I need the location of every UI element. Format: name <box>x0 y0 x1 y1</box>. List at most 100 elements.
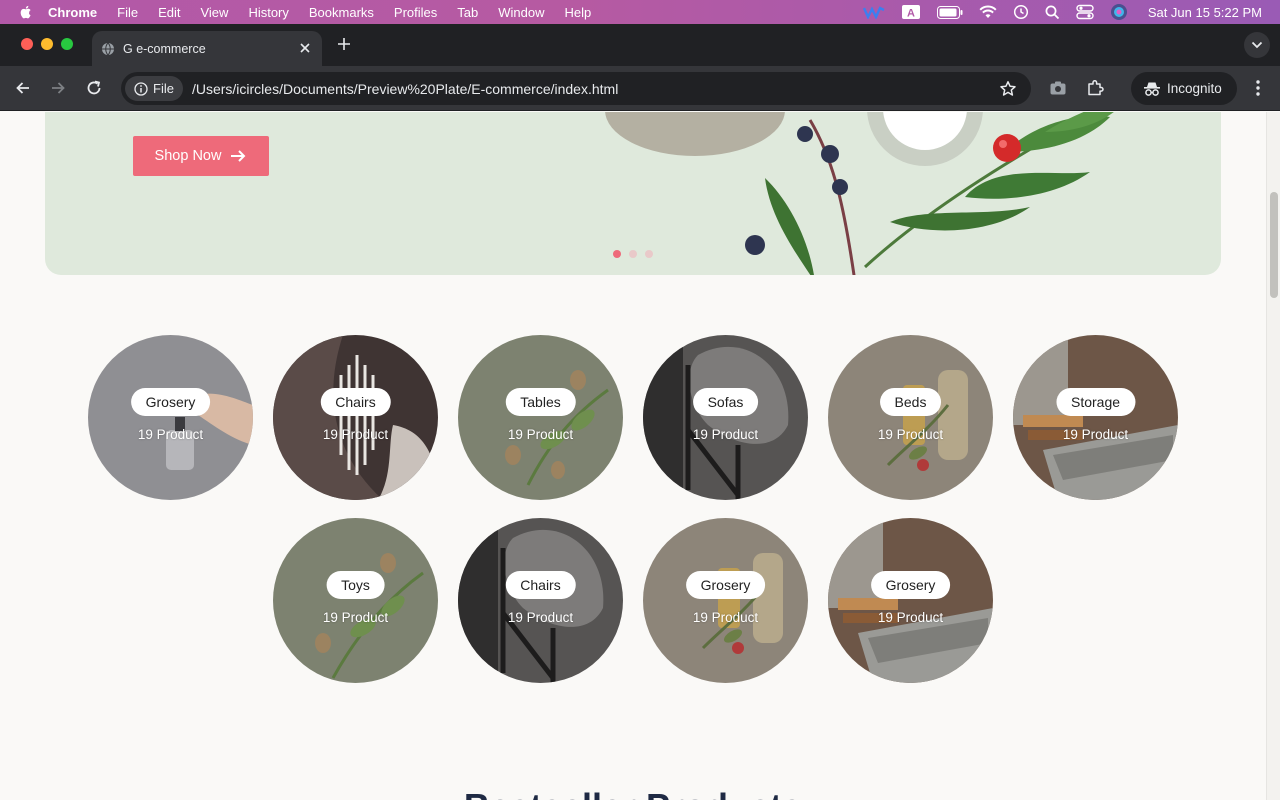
category-image <box>643 335 808 500</box>
address-bar[interactable]: File /Users/icircles/Documents/Preview%2… <box>121 72 1031 105</box>
menu-bookmarks[interactable]: Bookmarks <box>309 5 374 20</box>
carousel-dots <box>613 250 653 258</box>
category-card-chairs-2[interactable]: Chairs 19 Product <box>458 518 623 683</box>
macos-menu-bar: Chrome File Edit View History Bookmarks … <box>0 0 1280 24</box>
category-count: 19 Product <box>507 427 574 442</box>
window-maximize-button[interactable] <box>61 38 73 50</box>
category-card-beds[interactable]: Beds 19 Product <box>828 335 993 500</box>
category-count: 19 Product <box>1062 427 1129 442</box>
category-card-grosery[interactable]: Grosery 19 Product <box>88 335 253 500</box>
url-scheme-label: File <box>153 81 174 96</box>
category-card-grosery-3[interactable]: Grosery 19 Product <box>828 518 993 683</box>
forward-arrow-icon[interactable] <box>49 79 67 97</box>
category-image <box>828 518 993 683</box>
carousel-dot-1[interactable] <box>613 250 621 258</box>
menu-app-name[interactable]: Chrome <box>48 5 97 20</box>
arrow-right-icon <box>231 150 246 162</box>
new-tab-icon[interactable] <box>336 36 352 52</box>
menu-edit[interactable]: Edit <box>158 5 180 20</box>
close-tab-icon[interactable] <box>298 41 312 55</box>
browser-tab-active[interactable]: G e-commerce <box>92 31 322 66</box>
tab-search-button[interactable] <box>1244 32 1270 58</box>
status-icons: A Sat Jun 15 5:22 PM <box>862 0 1262 24</box>
keyboard-input-icon[interactable]: A <box>901 4 921 20</box>
camera-icon[interactable] <box>1049 79 1067 97</box>
category-count: 19 Product <box>507 610 574 625</box>
category-card-tables[interactable]: Tables 19 Product <box>458 335 623 500</box>
window-close-button[interactable] <box>21 38 33 50</box>
menu-tab[interactable]: Tab <box>457 5 478 20</box>
menu-view[interactable]: View <box>200 5 228 20</box>
category-count: 19 Product <box>877 427 944 442</box>
reload-icon[interactable] <box>85 79 103 97</box>
wave-app-icon[interactable] <box>862 5 885 19</box>
tab-title: G e-commerce <box>123 41 206 56</box>
category-card-storage[interactable]: Storage 19 Product <box>1013 335 1178 500</box>
category-count: 19 Product <box>322 610 389 625</box>
url-text[interactable]: /Users/icircles/Documents/Preview%20Plat… <box>192 81 618 97</box>
category-image <box>643 518 808 683</box>
chevron-down-icon <box>1251 41 1263 49</box>
category-name: Toys <box>326 571 385 599</box>
category-card-sofas[interactable]: Sofas 19 Product <box>643 335 808 500</box>
menu-history[interactable]: History <box>248 5 288 20</box>
apple-logo-icon[interactable] <box>18 4 34 20</box>
category-name: Sofas <box>692 388 759 416</box>
browser-tab-strip: G e-commerce <box>0 24 1280 66</box>
category-image <box>273 335 438 500</box>
menu-profiles[interactable]: Profiles <box>394 5 437 20</box>
carousel-dot-2[interactable] <box>629 250 637 258</box>
menu-window[interactable]: Window <box>498 5 544 20</box>
category-name: Chairs <box>320 388 391 416</box>
category-count: 19 Product <box>877 610 944 625</box>
extensions-puzzle-icon[interactable] <box>1086 79 1104 97</box>
globe-icon <box>102 42 114 55</box>
category-image <box>1013 335 1178 500</box>
browser-toolbar: File /Users/icircles/Documents/Preview%2… <box>0 66 1280 111</box>
control-center-icon[interactable] <box>1076 4 1094 20</box>
menu-bar-clock[interactable]: Sat Jun 15 5:22 PM <box>1148 5 1262 20</box>
category-image <box>273 518 438 683</box>
category-count: 19 Product <box>692 610 759 625</box>
more-menu-icon[interactable] <box>1252 79 1264 97</box>
category-image <box>458 335 623 500</box>
wifi-icon[interactable] <box>979 5 997 19</box>
site-info-chip[interactable]: File <box>125 76 183 101</box>
page-viewport: Shop Now Grosery 19 Product Chairs 19 Pr… <box>0 112 1266 800</box>
category-name: Grosery <box>130 388 211 416</box>
category-count: 19 Product <box>322 427 389 442</box>
back-arrow-icon[interactable] <box>14 79 32 97</box>
category-image <box>88 335 253 500</box>
spotlight-search-icon[interactable] <box>1045 5 1060 20</box>
category-name: Storage <box>1055 388 1136 416</box>
menu-help[interactable]: Help <box>565 5 592 20</box>
svg-text:A: A <box>907 8 915 20</box>
category-card-chairs[interactable]: Chairs 19 Product <box>273 335 438 500</box>
category-name: Tables <box>505 388 576 416</box>
scrollbar-thumb[interactable] <box>1270 192 1278 298</box>
incognito-profile-button[interactable]: Incognito <box>1131 72 1237 105</box>
battery-icon[interactable] <box>936 5 963 19</box>
category-count: 19 Product <box>692 427 759 442</box>
carousel-dot-3[interactable] <box>645 250 653 258</box>
shop-now-button[interactable]: Shop Now <box>133 136 269 176</box>
menu-file[interactable]: File <box>117 5 138 20</box>
category-card-toys[interactable]: Toys 19 Product <box>273 518 438 683</box>
time-machine-icon[interactable] <box>1013 4 1029 20</box>
shop-now-label: Shop Now <box>154 148 222 164</box>
category-name: Chairs <box>505 571 576 599</box>
category-image <box>458 518 623 683</box>
bookmark-star-icon[interactable] <box>999 80 1017 98</box>
incognito-label: Incognito <box>1167 81 1222 96</box>
hero-banner: Shop Now <box>45 112 1221 275</box>
category-name: Beds <box>879 388 942 416</box>
siri-icon[interactable] <box>1110 3 1128 21</box>
window-minimize-button[interactable] <box>41 38 53 50</box>
category-image <box>828 335 993 500</box>
bestseller-section-title: Bestseller Products <box>0 786 1266 800</box>
page-scrollbar[interactable] <box>1266 112 1280 800</box>
category-name: Grosery <box>685 571 766 599</box>
category-card-grosery-2[interactable]: Grosery 19 Product <box>643 518 808 683</box>
category-name: Grosery <box>870 571 951 599</box>
info-icon <box>134 81 148 96</box>
